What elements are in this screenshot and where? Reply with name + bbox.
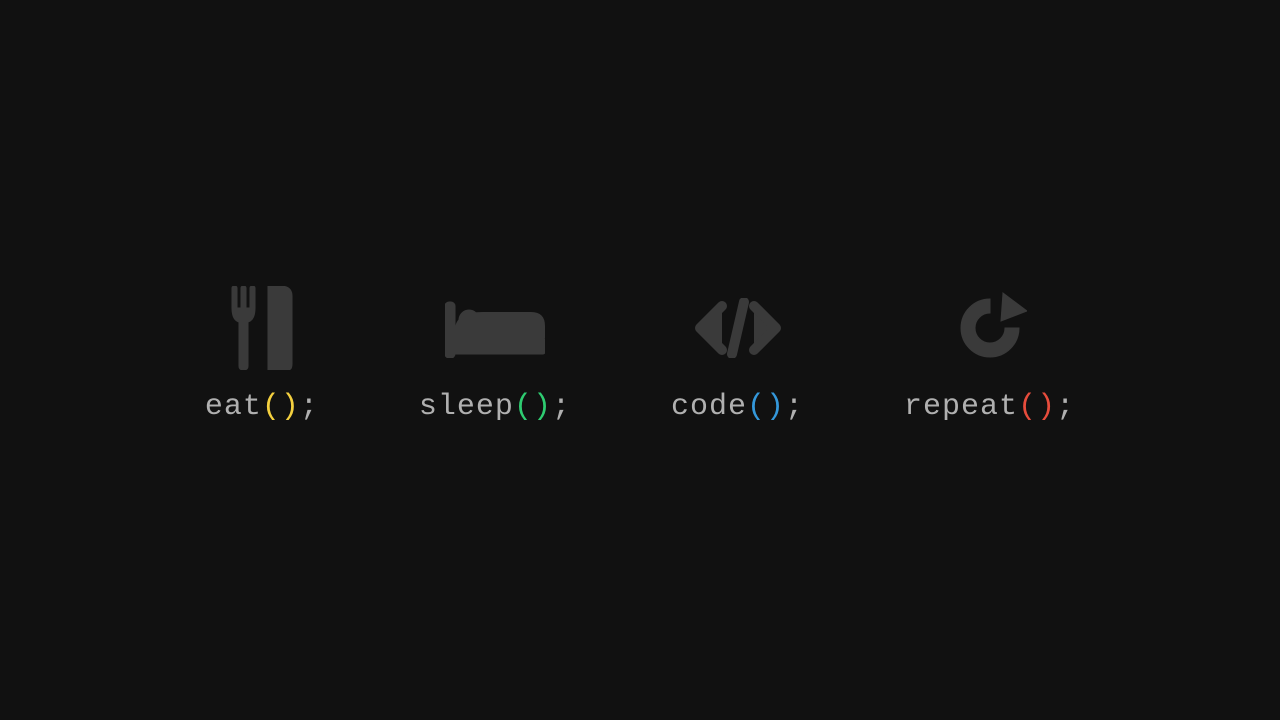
item-eat: eat();	[205, 286, 319, 424]
paren-open: (	[1018, 390, 1037, 424]
label-code: code();	[671, 390, 804, 424]
icon-row: eat(); sleep(); code();	[205, 286, 1075, 424]
fn-name: sleep	[419, 390, 514, 424]
fn-name: repeat	[904, 390, 1018, 424]
paren-close: )	[766, 390, 785, 424]
paren-close: )	[281, 390, 300, 424]
semicolon: ;	[785, 390, 804, 424]
fn-name: code	[671, 390, 747, 424]
label-eat: eat();	[205, 390, 319, 424]
repeat-icon	[953, 286, 1027, 370]
paren-close: )	[533, 390, 552, 424]
paren-open: (	[262, 390, 281, 424]
label-sleep: sleep();	[419, 390, 571, 424]
bed-icon	[445, 286, 545, 370]
paren-close: )	[1037, 390, 1056, 424]
item-sleep: sleep();	[419, 286, 571, 424]
paren-open: (	[747, 390, 766, 424]
code-icon	[692, 286, 784, 370]
semicolon: ;	[300, 390, 319, 424]
semicolon: ;	[552, 390, 571, 424]
label-repeat: repeat();	[904, 390, 1075, 424]
semicolon: ;	[1056, 390, 1075, 424]
fn-name: eat	[205, 390, 262, 424]
item-repeat: repeat();	[904, 286, 1075, 424]
cutlery-icon	[226, 286, 298, 370]
paren-open: (	[514, 390, 533, 424]
item-code: code();	[671, 286, 804, 424]
